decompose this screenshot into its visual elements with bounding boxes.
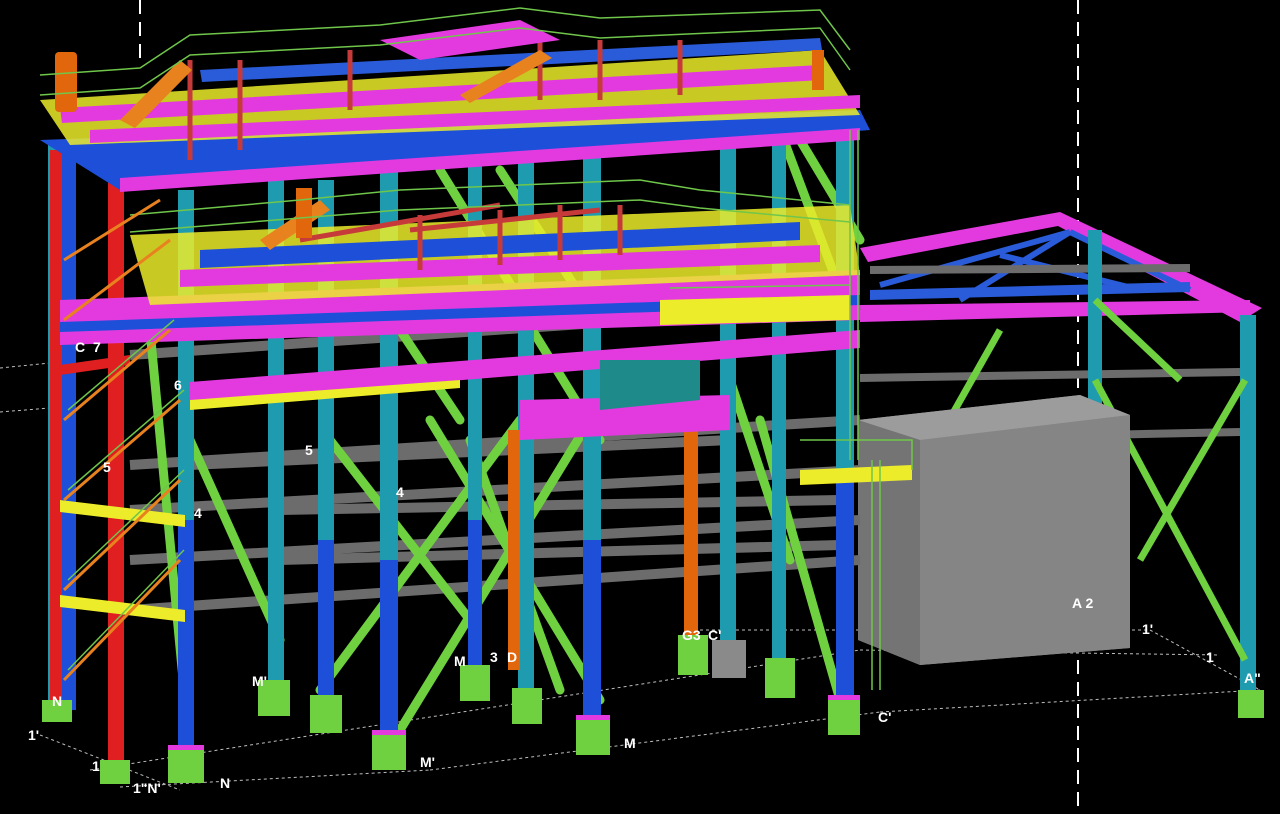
grid-label-1-prime-left: 1' [28, 727, 39, 743]
grid-label-c-prime-mid: C' [708, 627, 721, 643]
steel-structure-model: C 7 6 5 5 4 4 M' M 3 D G3 C' A 2 1' 1 A"… [0, 0, 1264, 809]
stack-vessel [55, 52, 77, 112]
grid-label-5-mid: 5 [305, 442, 313, 458]
shed-blue-purlin [870, 282, 1190, 300]
footings [42, 635, 1264, 784]
grid-label-m-mid: M [454, 653, 466, 669]
grid-label-d: D [507, 649, 517, 665]
grid-label-g3: G3 [682, 627, 701, 643]
cad-3d-viewport[interactable]: C 7 6 5 5 4 4 M' M 3 D G3 C' A 2 1' 1 A"… [0, 0, 1280, 809]
shed-column-a-double-prime [1240, 315, 1256, 695]
grid-label-1-double-n-prime: 1"N' [133, 780, 161, 796]
grid-label-4-mid: 4 [396, 484, 404, 500]
grid-label-c: C [75, 339, 85, 355]
grid-label-a-double-prime: A" [1244, 670, 1261, 686]
grid-label-a2: A 2 [1072, 595, 1093, 611]
grid-label-5-left: 5 [103, 459, 111, 475]
grid-label-1-prime-right: 1' [1142, 621, 1153, 637]
grid-label-6: 6 [174, 377, 182, 393]
grid-label-1-right: 1 [1206, 649, 1214, 665]
grid-label-7: 7 [93, 339, 101, 355]
grid-label-4-left: 4 [194, 505, 202, 521]
shed-eave-magenta-beam [860, 300, 1250, 322]
grid-label-n-left: N [52, 693, 62, 709]
grid-label-m-bottom: M [624, 735, 636, 751]
column-g3-orange [684, 400, 698, 640]
equipment-box [858, 395, 1130, 665]
top-level-deck [40, 20, 870, 192]
grid-label-c-prime-bottom: C' [878, 709, 891, 725]
grid-label-3: 3 [490, 649, 498, 665]
small-grey-equipment [712, 640, 746, 678]
stair-tower-red-column [108, 180, 124, 770]
grid-label-n-bottom: N [220, 775, 230, 791]
grid-label-1-left: 1 [92, 758, 100, 774]
grid-label-m-prime-bottom: M' [420, 754, 435, 770]
grid-label-m-prime-left: M' [252, 673, 267, 689]
